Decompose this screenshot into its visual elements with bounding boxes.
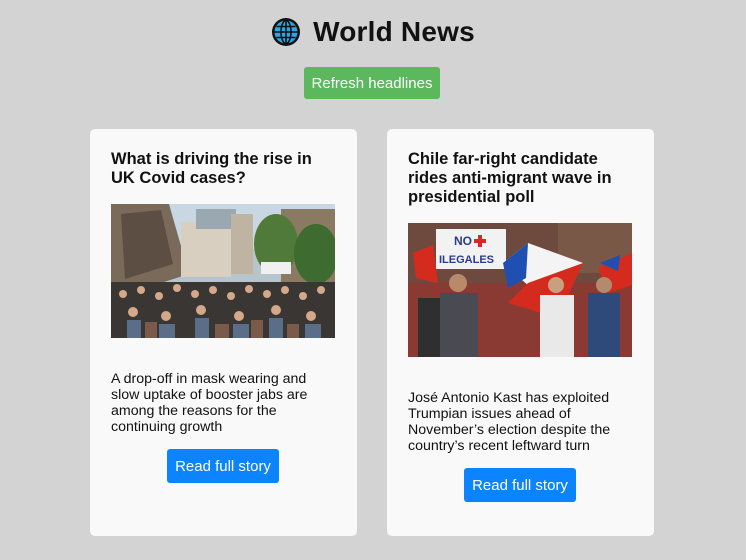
protest-sign-text: ILEGALES: [439, 254, 494, 266]
article-headline: What is driving the rise in UK Covid cas…: [111, 150, 312, 187]
article-headline: Chile far-right candidate rides anti-mig…: [408, 150, 612, 206]
page-header: World News: [0, 12, 746, 52]
article-summary: A drop-off in mask wearing and slow upta…: [111, 371, 308, 435]
crowded-street-photo: [111, 204, 335, 338]
article-card: What is driving the rise in UK Covid cas…: [90, 129, 357, 536]
article-card: Chile far-right candidate rides anti-mig…: [387, 129, 654, 536]
protest-sign-text: NO: [454, 234, 472, 248]
read-full-story-button[interactable]: Read full story: [464, 468, 576, 502]
read-full-story-button[interactable]: Read full story: [167, 449, 279, 483]
refresh-headlines-button[interactable]: Refresh headlines: [304, 67, 440, 99]
article-summary: José Antonio Kast has exploited Trumpian…: [408, 390, 611, 454]
protest-photo: NO ILEGALES: [408, 223, 632, 357]
page-title: World News: [313, 16, 475, 47]
globe-icon: [272, 18, 301, 46]
